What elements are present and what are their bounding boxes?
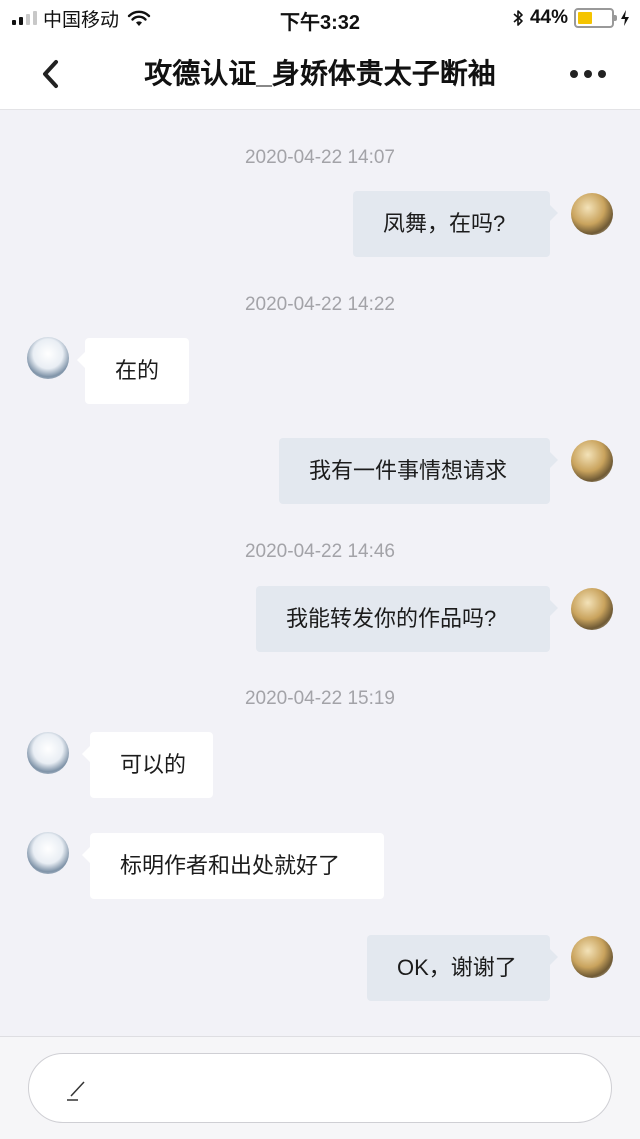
more-dot-icon (598, 70, 606, 78)
bluetooth-icon (513, 10, 523, 26)
chevron-left-icon (43, 60, 58, 88)
my-avatar[interactable] (571, 588, 613, 630)
my-avatar[interactable] (571, 936, 613, 978)
message-bubble-received[interactable]: 在的 (77, 338, 189, 404)
back-button[interactable] (30, 54, 70, 94)
status-bar: 中国移动 下午3:32 44% (0, 0, 640, 36)
battery-fill (578, 12, 593, 24)
message-input[interactable] (28, 1053, 612, 1123)
message-bubble-sent[interactable]: 我有一件事情想请求 (279, 438, 558, 504)
message-timestamp: 2020-04-22 14:46 (244, 541, 395, 562)
message-timestamp: 2020-04-22 14:07 (244, 147, 395, 168)
message-bubble-sent[interactable]: 我能转发你的作品吗? (256, 586, 558, 652)
message-bubble-sent[interactable]: 凤舞，在吗? (353, 191, 558, 257)
message-timestamp: 2020-04-22 14:22 (244, 294, 395, 315)
navigation-bar: 攻德认证_身娇体贵太子断袖 (0, 36, 640, 110)
message-timestamp: 2020-04-22 15:19 (244, 688, 395, 709)
message-input-bar (0, 1036, 640, 1139)
battery-percentage: 44% (529, 7, 568, 28)
conversation-title: 攻德认证_身娇体贵太子断袖 (144, 58, 496, 89)
contact-avatar[interactable] (27, 832, 69, 874)
more-dot-icon (584, 70, 592, 78)
my-avatar[interactable] (571, 440, 613, 482)
battery-icon (574, 8, 617, 28)
contact-avatar[interactable] (27, 732, 69, 774)
more-options-button[interactable] (566, 54, 610, 94)
my-avatar[interactable] (571, 193, 613, 235)
chat-message-list[interactable]: 2020-04-22 14:07 凤舞，在吗? 2020-04-22 14:22… (0, 110, 640, 1036)
charging-bolt-icon (621, 10, 629, 26)
status-right: 44% (512, 6, 630, 30)
more-dot-icon (570, 70, 578, 78)
message-bubble-received[interactable]: 标明作者和出处就好了 (82, 833, 384, 899)
message-bubble-sent[interactable]: OK，谢谢了 (367, 935, 558, 1001)
contact-avatar[interactable] (27, 337, 69, 379)
pencil-icon (67, 1081, 85, 1101)
message-bubble-received[interactable]: 可以的 (82, 732, 213, 798)
